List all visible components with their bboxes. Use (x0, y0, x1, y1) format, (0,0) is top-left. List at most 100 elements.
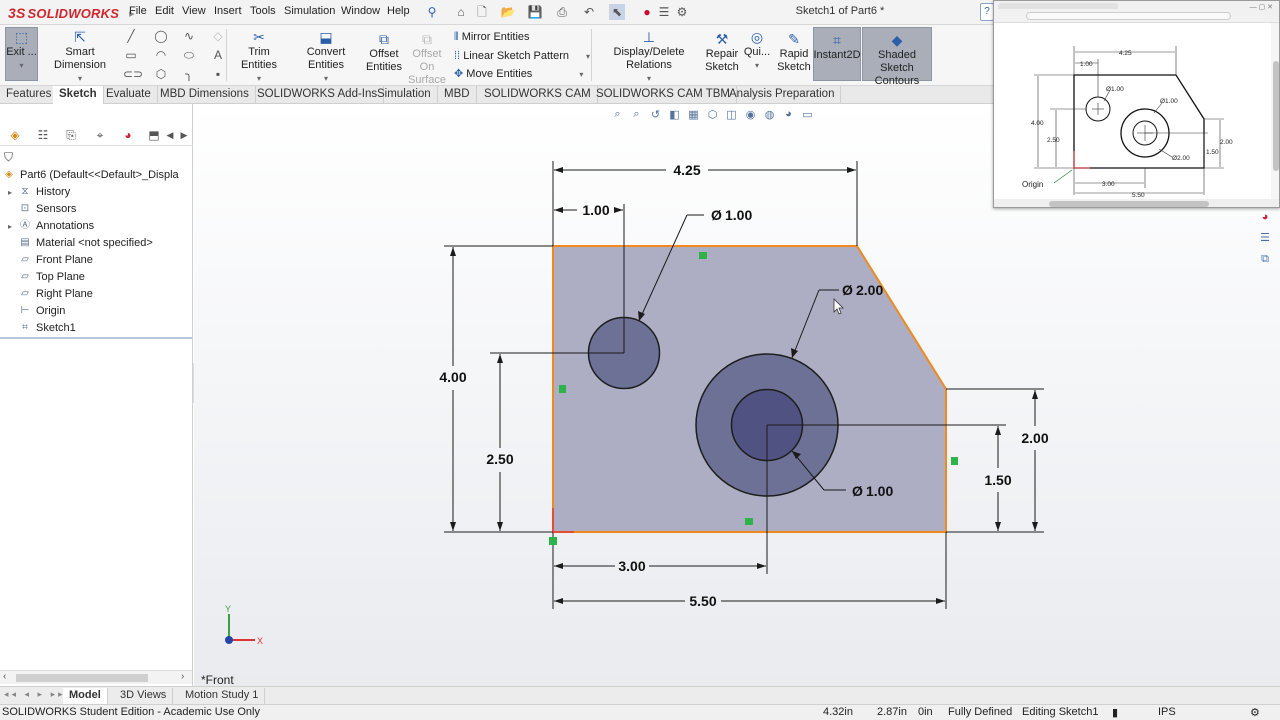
select-icon[interactable]: ⬉ (609, 4, 625, 20)
polygon-icon[interactable]: ⬡ (153, 66, 169, 82)
custom-properties-icon[interactable]: ⧉ (1257, 251, 1273, 267)
tree-item-top-plane[interactable]: ▱ Top Plane (8, 269, 85, 285)
dim-inner-hole-dia[interactable]: 1.00 (866, 483, 893, 499)
reference-vertical-scrollbar[interactable] (1271, 23, 1279, 199)
tree-item-sensors[interactable]: ⊡ Sensors (8, 201, 77, 217)
traffic-light-icon[interactable]: ● (639, 4, 655, 20)
menu-file[interactable]: File (129, 5, 147, 17)
scroll-thumb[interactable] (16, 674, 148, 682)
tree-item-annotations[interactable]: ▸ Ⓐ Annotations (8, 218, 94, 234)
scroll-thumb[interactable] (1049, 201, 1209, 207)
point-icon[interactable]: ▪ (210, 66, 226, 82)
print-icon[interactable]: ⎙ (554, 4, 570, 20)
exit-sketch-dropdown-icon[interactable]: ▾ (19, 61, 23, 70)
quick-snaps-dropdown-icon[interactable]: ▾ (755, 61, 759, 70)
browser-window-controls-icon[interactable]: — ▢ ✕ (1250, 3, 1273, 11)
linear-sketch-pattern-button[interactable]: ⁞⁞ Linear Sketch Pattern ▾ (454, 49, 590, 63)
feature-manager-tab-icon[interactable]: ◈ (7, 127, 23, 143)
tree-item-material[interactable]: ▤ Material <not specified> (8, 235, 153, 251)
file-explorer-icon[interactable]: ☰ (1257, 230, 1273, 246)
move-entities-button[interactable]: ✥ Move Entities ▾ (454, 67, 583, 81)
dim-center-height[interactable]: 1.50 (984, 472, 1011, 488)
quick-snaps-button[interactable]: ◎ Qui... ▾ (743, 30, 771, 72)
scroll-thumb[interactable] (1273, 61, 1279, 171)
tab-features[interactable]: Features (0, 86, 59, 104)
reference-horizontal-scrollbar[interactable] (994, 199, 1279, 207)
open-icon[interactable]: 📂 (500, 4, 516, 20)
save-icon[interactable]: 💾 (527, 4, 543, 20)
vertical-relation-icon[interactable] (559, 385, 566, 393)
menu-view[interactable]: View (182, 5, 206, 17)
menu-window[interactable]: Window (341, 5, 380, 17)
configuration-manager-tab-icon[interactable]: ⎘ (63, 127, 79, 143)
browser-tab[interactable] (998, 3, 1118, 9)
dim-right-height[interactable]: 2.00 (1021, 430, 1048, 446)
status-customize-icon[interactable]: ⚙ (1250, 706, 1260, 719)
slot-icon[interactable]: ⊂⊃ (123, 66, 143, 82)
horizontal-relation-icon[interactable] (699, 252, 707, 259)
property-manager-tab-icon[interactable]: ☷ (35, 127, 51, 143)
menu-help[interactable]: Help (387, 5, 410, 17)
tree-item-origin[interactable]: ⊢ Origin (8, 303, 66, 319)
undo-icon[interactable]: ↶ (581, 4, 597, 20)
menu-edit[interactable]: Edit (155, 5, 174, 17)
sketch-origin-marker[interactable] (549, 537, 557, 545)
pin-icon[interactable]: ⚲ (424, 4, 440, 20)
dim-center-x[interactable]: 3.00 (618, 558, 645, 574)
circle-icon[interactable]: ◯ (153, 28, 169, 44)
convert-entities-button[interactable]: ⬓ Convert Entities ▾ (290, 30, 362, 85)
scroll-left-icon[interactable]: ‹ (3, 671, 6, 682)
cam-tab-icon[interactable]: ⬒ (146, 127, 162, 143)
scroll-right-icon[interactable]: › (181, 671, 184, 682)
dim-hole-height[interactable]: 2.50 (486, 451, 513, 467)
dim-total-width[interactable]: 5.50 (689, 593, 716, 609)
browser-address-bar[interactable] (1026, 12, 1231, 20)
help-search-icon[interactable]: ? (980, 3, 994, 21)
filter-icon[interactable]: ⛉ (4, 150, 13, 165)
appearances-icon[interactable]: ◕ (1257, 209, 1273, 225)
menu-insert[interactable]: Insert (214, 5, 242, 17)
rectangle-icon[interactable]: ▭ (123, 47, 139, 63)
tab-model[interactable]: Model (63, 688, 108, 704)
tab-solidworks-cam[interactable]: SOLIDWORKS CAM (478, 86, 598, 104)
dim-top-width[interactable]: 4.25 (673, 162, 700, 178)
tree-item-front-plane[interactable]: ▱ Front Plane (8, 252, 93, 268)
display-delete-relations-button[interactable]: ⊥ Display/Delete Relations ▾ (594, 30, 704, 85)
tree-root-part[interactable]: ◈ Part6 (Default<<Default>_Displa (2, 167, 179, 183)
home-icon[interactable]: ⌂ (453, 4, 469, 20)
spline-icon[interactable]: ∿ (181, 28, 197, 44)
dim-hole-offset-x[interactable]: 1.00 (582, 202, 609, 218)
rapid-sketch-button[interactable]: ✎ Rapid Sketch (776, 32, 812, 74)
new-document-icon[interactable]: 🗋 (474, 4, 490, 20)
file-properties-icon[interactable]: ☰ (656, 4, 672, 20)
ellipse-icon[interactable]: ⬭ (181, 47, 197, 63)
menu-simulation[interactable]: Simulation (284, 5, 335, 17)
offset-entities-button[interactable]: ⧉ Offset Entities (364, 32, 404, 74)
move-dropdown-icon[interactable]: ▾ (579, 70, 583, 79)
tab-simulation[interactable]: Simulation (371, 86, 438, 104)
reference-drawing-window[interactable]: — ▢ ✕ 4.25 1.00 Ø1.00 Ø1.00 Ø2.00 4.00 2… (993, 0, 1280, 208)
tree-item-history[interactable]: ▸ ⧖ History (8, 184, 70, 200)
dim-height[interactable]: 4.00 (439, 369, 466, 385)
fillet-icon[interactable]: ╮ (181, 66, 197, 82)
smart-dimension-dropdown-icon[interactable]: ▾ (78, 74, 82, 83)
tab-mbd-dimensions[interactable]: MBD Dimensions (154, 86, 256, 104)
panel-scroll-right-icon[interactable]: ▶ (176, 127, 192, 143)
unit-system[interactable]: IPS (1158, 706, 1176, 718)
trim-dropdown-icon[interactable]: ▾ (257, 74, 261, 83)
tab-solidworks-addins[interactable]: SOLIDWORKS Add-Ins (251, 86, 385, 104)
repair-sketch-button[interactable]: ⚒ Repair Sketch (705, 32, 739, 74)
expand-icon[interactable]: ▸ (8, 222, 18, 231)
rebuild-status-icon[interactable]: ▮ (1112, 706, 1118, 719)
expand-icon[interactable]: ▸ (8, 188, 18, 197)
dim-small-hole-dia[interactable]: 1.00 (725, 207, 752, 223)
solidworks-logo[interactable]: 3S SOLIDWORKS ▸ (8, 3, 135, 23)
dimxpert-tab-icon[interactable]: ⌖ (92, 127, 108, 143)
arc-icon[interactable]: ◠ (153, 47, 169, 63)
panel-horizontal-scrollbar[interactable]: ‹ › (0, 670, 192, 684)
instant2d-button[interactable]: ⌗ Instant2D (813, 33, 861, 62)
exit-sketch-button[interactable]: ⬚ Exit ... ▾ (5, 30, 38, 72)
tree-item-right-plane[interactable]: ▱ Right Plane (8, 286, 93, 302)
dim-large-circle-dia[interactable]: 2.00 (856, 282, 883, 298)
horizontal-relation-icon[interactable] (745, 518, 753, 525)
